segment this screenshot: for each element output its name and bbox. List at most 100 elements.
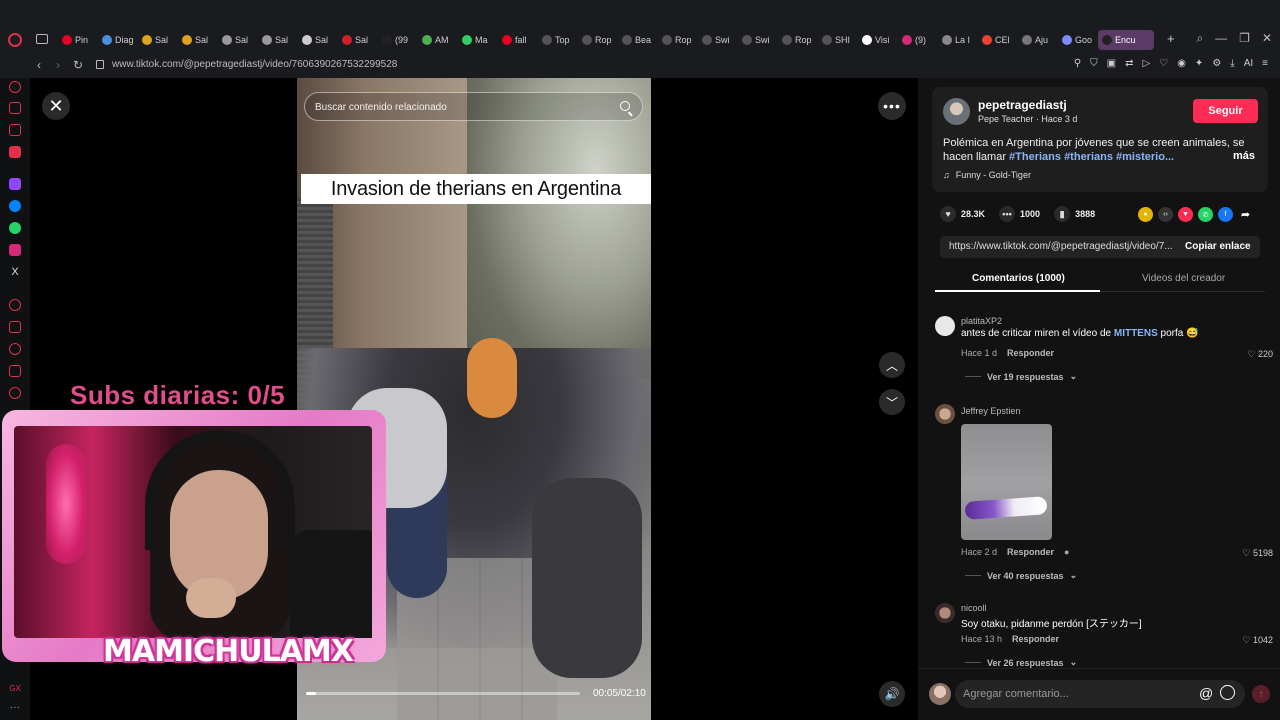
post-link[interactable]: https://www.tiktok.com/@pepetragediastj/… — [949, 241, 1175, 252]
close-window-icon[interactable]: ✕ — [1262, 31, 1272, 46]
vpn-icon[interactable]: ◉ — [1177, 58, 1186, 69]
minimize-icon[interactable]: — — [1215, 31, 1227, 46]
mail-icon[interactable] — [9, 146, 21, 158]
search-icon[interactable] — [620, 101, 630, 111]
search-tabs-icon[interactable]: ⌕ — [1196, 31, 1203, 46]
gx-icon[interactable]: GX — [9, 683, 21, 695]
tab-overview-icon[interactable] — [36, 34, 48, 44]
aria-ai-icon[interactable]: AI — [1244, 58, 1253, 69]
comment-like[interactable]: ♡ 5198 — [1242, 548, 1273, 559]
self-avatar[interactable] — [929, 683, 951, 705]
comment-avatar[interactable] — [935, 316, 955, 336]
sidebar-more-icon[interactable]: ··· — [9, 703, 21, 716]
share-arrow-icon[interactable]: ➦ — [1238, 207, 1253, 222]
browser-tab[interactable]: Swi — [738, 30, 778, 50]
view-replies-button[interactable]: Ver 26 respuestas ⌄ — [965, 657, 1077, 668]
browser-tab[interactable]: La I — [938, 30, 978, 50]
emoji-icon[interactable] — [1220, 685, 1235, 700]
maximize-icon[interactable]: ❐ — [1239, 31, 1250, 46]
close-video-button[interactable]: ✕ — [42, 92, 70, 120]
music-title[interactable]: Funny - Gold-Tiger — [956, 170, 1031, 180]
translate-icon[interactable]: ⇄ — [1125, 58, 1133, 69]
url-field[interactable]: www.tiktok.com/@pepetragediastj/video/76… — [112, 59, 397, 70]
play-icon[interactable]: ▷ — [1143, 58, 1151, 69]
forward-icon[interactable]: › — [56, 58, 60, 72]
comment-like[interactable]: ♡ 1042 — [1242, 635, 1273, 646]
browser-tab[interactable]: Ma — [458, 30, 498, 50]
browser-tab[interactable]: Rop — [578, 30, 618, 50]
save-action[interactable]: ▮ 3888 — [1054, 206, 1095, 222]
extensions-icon[interactable]: ✦ — [1195, 58, 1203, 69]
heart-icon[interactable]: ♡ — [1159, 58, 1168, 69]
browser-tab[interactable]: SHI — [818, 30, 858, 50]
x-twitter-icon[interactable]: X — [9, 266, 21, 278]
video-search-input[interactable] — [315, 99, 605, 115]
browser-tab[interactable]: Bea — [618, 30, 658, 50]
browser-tab[interactable]: Sal — [258, 30, 298, 50]
tab-creator-videos[interactable]: Videos del creador — [1142, 273, 1225, 284]
browser-tab[interactable]: fall — [498, 30, 538, 50]
copy-link-button[interactable]: Copiar enlace — [1185, 241, 1251, 252]
tab-comments[interactable]: Comentarios (1000) — [972, 273, 1065, 284]
browser-tab[interactable]: CEl — [978, 30, 1018, 50]
author-avatar[interactable] — [943, 98, 970, 125]
browser-tab[interactable]: Sal — [138, 30, 178, 50]
mention-icon[interactable]: @ — [1199, 685, 1213, 701]
lock-icon[interactable] — [96, 60, 104, 69]
whatsapp-icon[interactable] — [9, 222, 21, 234]
history-icon[interactable] — [9, 343, 21, 355]
coin-icon[interactable]: ● — [1138, 207, 1153, 222]
browser-tab[interactable]: Sal — [218, 30, 258, 50]
twitch-icon[interactable] — [9, 178, 21, 190]
whatsapp-share-icon[interactable]: ✆ — [1198, 207, 1213, 222]
more-options-button[interactable]: ••• — [878, 92, 906, 120]
previous-video-button[interactable]: ︿ — [879, 352, 905, 378]
instagram-icon[interactable] — [9, 244, 21, 256]
browser-tab[interactable]: Rop — [778, 30, 818, 50]
comment-mention[interactable]: MITTENS — [1114, 328, 1158, 339]
browser-tab[interactable]: Sal — [338, 30, 378, 50]
hashtags[interactable]: #Therians #therians #misterio... — [1009, 151, 1174, 163]
browser-tab[interactable]: (9) — [898, 30, 938, 50]
new-tab-button[interactable]: + — [1167, 31, 1175, 46]
reply-button[interactable]: Responder — [1007, 348, 1054, 358]
shield-icon[interactable]: ⛉ — [1090, 58, 1098, 69]
comment-action[interactable]: ••• 1000 — [999, 206, 1040, 222]
comment-image[interactable] — [961, 424, 1052, 540]
send-comment-button[interactable]: ↑ — [1252, 685, 1270, 703]
browser-tab[interactable]: (99 — [378, 30, 418, 50]
menu-icon[interactable]: ≡ — [1262, 58, 1268, 69]
comment-user[interactable]: Jeffrey Epstien — [961, 406, 1020, 416]
comment-user[interactable]: nicooll — [961, 603, 987, 613]
browser-tab[interactable]: Sal — [178, 30, 218, 50]
opera-logo-icon[interactable] — [8, 33, 22, 47]
crypto-wallet-icon[interactable] — [9, 102, 21, 114]
like-action[interactable]: ♥ 28.3K — [940, 206, 985, 222]
repost-icon[interactable]: ▼ — [1178, 207, 1193, 222]
video-search-box[interactable] — [304, 92, 643, 121]
back-icon[interactable]: ‹ — [37, 58, 41, 72]
browser-tab[interactable]: Pin — [58, 30, 98, 50]
follow-button[interactable]: Seguir — [1193, 99, 1258, 123]
aria-icon[interactable] — [9, 81, 21, 93]
comment-input[interactable] — [963, 687, 1183, 701]
download-icon[interactable]: ⤓ — [1230, 58, 1234, 69]
reply-button[interactable]: Responder — [1012, 634, 1059, 644]
browser-tab[interactable]: Aju — [1018, 30, 1058, 50]
author-name[interactable]: pepetragediastj — [978, 98, 1067, 112]
volume-button[interactable]: 🔊 — [879, 681, 905, 707]
comment-avatar[interactable] — [935, 404, 955, 424]
video-progress-bar[interactable] — [306, 692, 580, 695]
video-popout-icon[interactable] — [9, 124, 21, 136]
settings-icon[interactable] — [9, 387, 21, 399]
comment-avatar[interactable] — [935, 603, 955, 623]
messenger-icon[interactable] — [9, 200, 21, 212]
easy-setup-icon[interactable]: ⚙ — [1212, 58, 1221, 69]
browser-tab[interactable]: Rop — [658, 30, 698, 50]
comment-like[interactable]: ♡ 220 — [1247, 349, 1273, 360]
facebook-share-icon[interactable]: f — [1218, 207, 1233, 222]
tab-islands-icon[interactable] — [9, 321, 21, 333]
browser-tab[interactable]: Goo — [1058, 30, 1098, 50]
player-icon[interactable] — [9, 299, 21, 311]
view-replies-button[interactable]: Ver 40 respuestas ⌄ — [965, 570, 1077, 581]
